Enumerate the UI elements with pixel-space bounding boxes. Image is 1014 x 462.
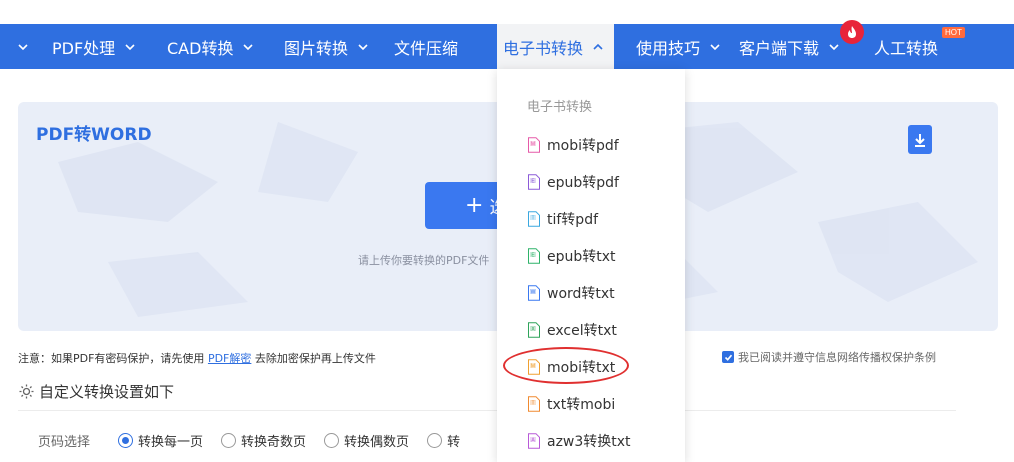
nav-item-manual-convert[interactable]: 人工转换	[874, 24, 938, 69]
radio-even-pages[interactable]: 转换偶数页	[324, 431, 409, 450]
dropdown-item-label: azw3转换txt	[547, 434, 631, 450]
chevron-up-icon	[591, 40, 605, 54]
download-icon[interactable]	[908, 125, 932, 154]
dropdown-item-label: word转txt	[547, 286, 615, 302]
nav-item-label: 图片转换	[284, 38, 349, 58]
agree-checkbox[interactable]	[722, 351, 734, 363]
chevron-down-icon	[123, 40, 137, 54]
dropdown-item-mobi-txt[interactable]: Mmobi转txt	[527, 356, 615, 378]
nav-item-tips[interactable]: 使用技巧	[636, 24, 722, 69]
dropdown-item-label: txt转mobi	[547, 397, 616, 413]
dropdown-item-label: mobi转txt	[547, 360, 616, 376]
svg-text:T: T	[531, 400, 534, 406]
svg-text:M: M	[531, 141, 535, 147]
nav-item-partial[interactable]	[8, 24, 30, 69]
nav-item-pdf[interactable]: PDF处理	[52, 24, 137, 69]
dropdown-item-word-txt[interactable]: Wword转txt	[527, 282, 615, 304]
svg-text:M: M	[531, 363, 535, 369]
radio-every-page[interactable]: 转换每一页	[118, 431, 203, 450]
gear-icon	[19, 384, 34, 399]
hot-badge: HOT	[942, 27, 965, 38]
file-type-icon: M	[527, 137, 541, 153]
nav-item-label: PDF处理	[52, 38, 116, 58]
dropdown-item-epub-txt[interactable]: Eepub转txt	[527, 245, 616, 267]
page-selection-label: 页码选择	[38, 434, 91, 450]
file-type-icon: X	[527, 322, 541, 338]
svg-text:W: W	[531, 289, 536, 295]
fire-icon	[840, 20, 864, 44]
notice-prefix: 注意：如果PDF有密码保护，请先使用	[18, 352, 208, 365]
agree-label: 我已阅读并遵守信息网络传播权保护条例	[738, 351, 936, 364]
chevron-down-icon	[827, 40, 841, 54]
svg-text:T: T	[531, 215, 534, 221]
radio-label: 转换奇数页	[241, 434, 307, 450]
chevron-down-icon	[356, 40, 370, 54]
dropdown-header: 电子书转换	[527, 100, 593, 115]
nav-item-label: 电子书转换	[503, 38, 584, 58]
dropdown-item-label: epub转txt	[547, 249, 616, 265]
dropdown-item-excel-txt[interactable]: Xexcel转txt	[527, 319, 617, 341]
custom-settings-header: 自定义转换设置如下	[18, 381, 174, 402]
nav-item-compress[interactable]: 文件压缩	[394, 24, 458, 69]
dropdown-item-azw3-txt[interactable]: Aazw3转换txt	[527, 430, 631, 452]
nav-item-label: CAD转换	[167, 38, 234, 58]
file-type-icon: T	[527, 396, 541, 412]
dropdown-item-label: epub转pdf	[547, 175, 619, 191]
file-type-icon: M	[527, 359, 541, 375]
radio-circle[interactable]	[118, 432, 134, 448]
converter-title: PDF转WORD	[36, 125, 152, 145]
dropdown-item-txt-mobi[interactable]: Ttxt转mobi	[527, 393, 615, 415]
settings-divider	[18, 410, 956, 411]
top-strip	[0, 0, 1014, 24]
chevron-down-icon	[708, 40, 722, 54]
dropdown-item-epub-pdf[interactable]: Eepub转pdf	[527, 171, 619, 193]
radio-label: 转换偶数页	[344, 434, 410, 450]
nav-item-label: 使用技巧	[636, 38, 701, 58]
radio-partial[interactable]: 转	[427, 431, 460, 450]
dropdown-item-mobi-pdf[interactable]: Mmobi转pdf	[527, 134, 619, 156]
file-type-icon: E	[527, 174, 541, 190]
nav-item-client-download[interactable]: 客户端下载	[739, 24, 841, 69]
dropdown-item-tif-pdf[interactable]: Ttif转pdf	[527, 208, 598, 230]
settings-title: 自定义转换设置如下	[39, 383, 175, 401]
chevron-down-icon	[241, 40, 255, 54]
pdf-decrypt-link[interactable]: PDF解密	[208, 352, 251, 365]
dropdown-item-label: mobi转pdf	[547, 138, 619, 154]
file-type-icon: T	[527, 211, 541, 227]
radio-circle[interactable]	[324, 432, 340, 448]
radio-label: 转换每一页	[138, 434, 204, 450]
nav-item-label: 文件压缩	[394, 38, 459, 58]
plus-icon: +	[465, 192, 484, 218]
page-selection-row: 页码选择 转换每一页 转换奇数页 转换偶数页 转	[38, 430, 478, 450]
nav-item-ebook[interactable]: 电子书转换	[497, 24, 614, 69]
chevron-down-icon	[16, 40, 30, 54]
file-type-icon: W	[527, 285, 541, 301]
dropdown-item-label: tif转pdf	[547, 212, 599, 228]
upload-hint: 请上传你要转换的PDF文件	[358, 254, 490, 267]
radio-circle[interactable]	[221, 432, 237, 448]
agree-terms[interactable]: 我已阅读并遵守信息网络传播权保护条例	[722, 349, 936, 365]
nav-item-image[interactable]: 图片转换	[284, 24, 370, 69]
dropdown-item-label: excel转txt	[547, 323, 617, 339]
file-type-icon: A	[527, 433, 541, 449]
file-type-icon: E	[527, 248, 541, 264]
password-notice: 注意：如果PDF有密码保护，请先使用 PDF解密 去除加密保护再上传文件	[18, 350, 376, 366]
radio-odd-pages[interactable]: 转换奇数页	[221, 431, 306, 450]
nav-item-label: 客户端下载	[739, 38, 820, 58]
nav-item-label: 人工转换	[874, 38, 939, 58]
notice-suffix: 去除加密保护再上传文件	[251, 352, 376, 365]
nav-item-cad[interactable]: CAD转换	[167, 24, 255, 69]
radio-label: 转	[447, 434, 461, 450]
radio-circle[interactable]	[427, 432, 443, 448]
